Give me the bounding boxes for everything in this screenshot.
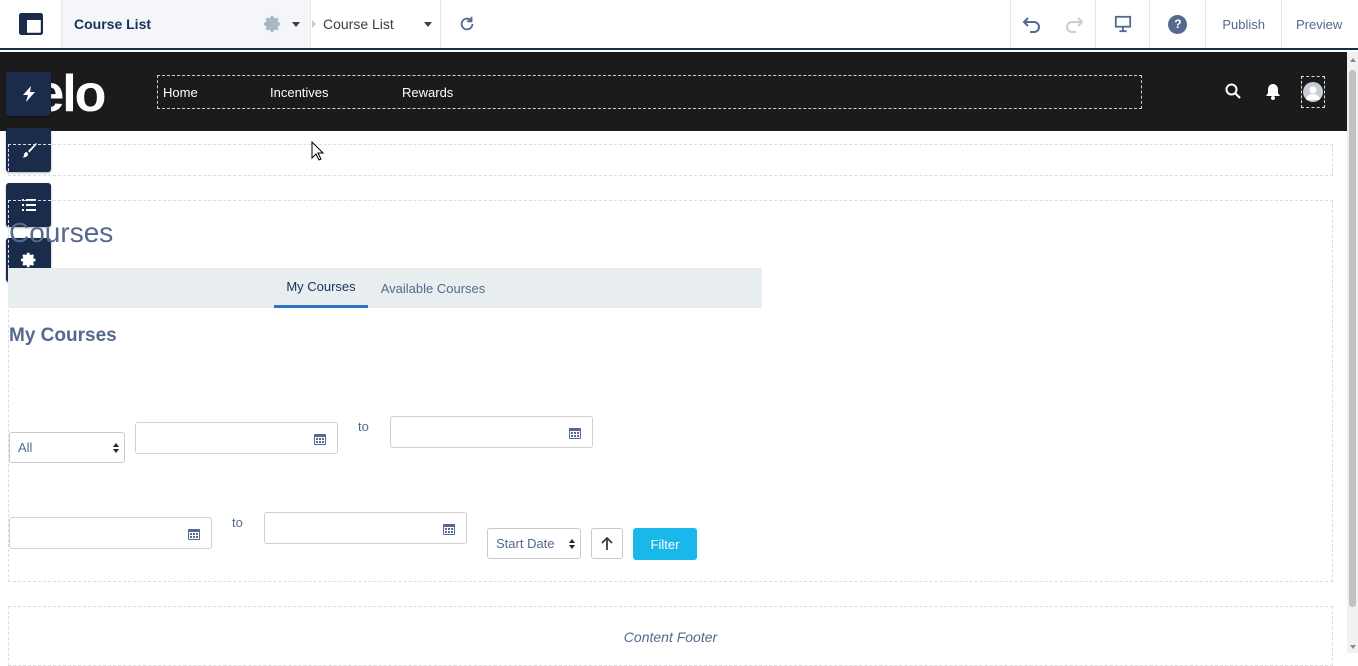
- page-selector[interactable]: Course List: [62, 0, 311, 48]
- start-date-from-input[interactable]: [135, 422, 338, 454]
- undo-icon[interactable]: [1022, 15, 1042, 33]
- calendar-icon[interactable]: [443, 523, 455, 535]
- user-icon: [1306, 86, 1320, 100]
- end-date-to-input[interactable]: [264, 512, 467, 544]
- nav-item-incentives[interactable]: Incentives: [270, 85, 329, 100]
- page-scrollbar[interactable]: [1347, 52, 1358, 653]
- notifications-button[interactable]: [1262, 80, 1284, 102]
- calendar-icon[interactable]: [188, 528, 200, 540]
- nav-item-rewards[interactable]: Rewards: [402, 85, 453, 100]
- page-title: Courses: [9, 217, 114, 248]
- scroll-up-icon[interactable]: [1350, 58, 1356, 62]
- start-date-to-input[interactable]: [390, 416, 593, 448]
- tab-my-courses[interactable]: My Courses: [274, 268, 368, 308]
- content-header-region[interactable]: [8, 144, 1333, 176]
- layout-toggle-button[interactable]: [0, 0, 62, 48]
- status-select[interactable]: All: [9, 432, 125, 463]
- gear-icon[interactable]: [264, 15, 282, 33]
- layout-icon: [18, 13, 43, 35]
- arrow-up-icon: [601, 537, 613, 550]
- breadcrumb-page: Course List: [323, 16, 394, 32]
- nav-item-home[interactable]: Home: [163, 85, 198, 100]
- chevron-down-icon[interactable]: [292, 21, 300, 27]
- end-date-from-input[interactable]: [9, 517, 212, 549]
- tab-available-courses[interactable]: Available Courses: [370, 268, 496, 308]
- help-button[interactable]: ?: [1150, 0, 1207, 48]
- main-nav: Home Incentives Rewards: [157, 75, 1142, 109]
- breadcrumb-selector[interactable]: Course List: [311, 0, 441, 48]
- chevron-right-icon: [312, 20, 316, 28]
- publish-button[interactable]: Publish: [1206, 0, 1282, 48]
- device-preview-button[interactable]: [1096, 0, 1151, 48]
- scroll-down-icon[interactable]: [1350, 645, 1356, 649]
- chevron-down-icon[interactable]: [424, 21, 432, 27]
- filter-button[interactable]: Filter: [633, 528, 697, 560]
- content-footer-label: Content Footer: [623, 629, 718, 645]
- calendar-icon[interactable]: [314, 433, 326, 445]
- search-icon: [1225, 83, 1241, 99]
- mouse-cursor-icon: [311, 141, 325, 161]
- undo-redo-group: [1010, 0, 1097, 48]
- page-name: Course List: [74, 16, 152, 32]
- redo-icon[interactable]: [1064, 15, 1084, 33]
- select-arrows-icon: [113, 442, 119, 453]
- avatar: [1303, 82, 1323, 102]
- builder-toolbar: Course List Course List ? Publish Previe…: [0, 0, 1358, 50]
- sort-field-select[interactable]: Start Date: [487, 528, 581, 559]
- bell-icon: [1266, 83, 1280, 100]
- to-label: to: [358, 419, 369, 434]
- scrollbar-thumb[interactable]: [1349, 70, 1356, 607]
- sort-direction-button[interactable]: [591, 528, 623, 559]
- course-tabs: My Courses Available Courses: [8, 268, 762, 308]
- refresh-button[interactable]: [441, 0, 493, 48]
- calendar-icon[interactable]: [569, 427, 581, 439]
- preview-button[interactable]: Preview: [1282, 0, 1358, 48]
- components-tool-button[interactable]: [6, 72, 51, 116]
- sort-field-value: Start Date: [496, 536, 555, 551]
- lightning-icon: [22, 86, 35, 102]
- search-button[interactable]: [1222, 80, 1244, 102]
- refresh-icon: [460, 16, 474, 31]
- user-menu[interactable]: [1301, 76, 1325, 108]
- section-title: My Courses: [9, 325, 117, 346]
- status-select-value: All: [18, 440, 33, 455]
- site-header: felo Home Incentives Rewards: [0, 52, 1347, 131]
- help-icon: ?: [1168, 14, 1188, 34]
- desktop-icon: [1114, 15, 1131, 33]
- select-arrows-icon: [569, 538, 575, 549]
- to-label: to: [232, 515, 243, 530]
